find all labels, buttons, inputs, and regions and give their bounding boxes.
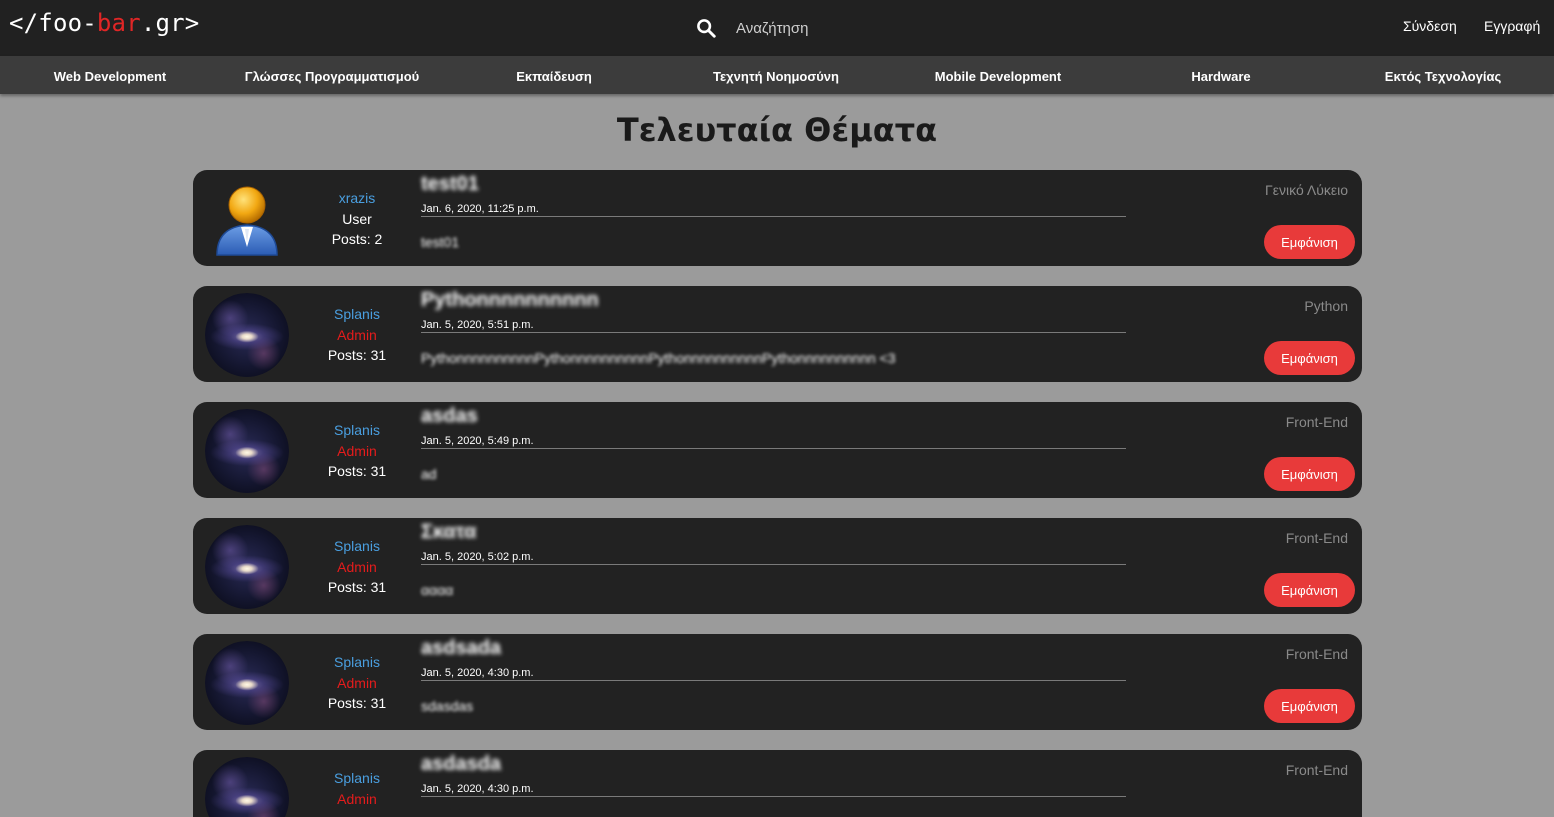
thread-date: Jan. 5, 2020, 4:30 p.m. <box>421 667 534 679</box>
author-info: Splanis Admin Posts: 31 <box>308 536 406 598</box>
thread-card: Splanis Admin Posts: 31 asdsada Jan. 5, … <box>193 634 1362 730</box>
author-info: Splanis Admin <box>308 768 406 809</box>
thread-preview: ad <box>421 466 437 482</box>
galaxy-avatar-image <box>205 409 289 493</box>
avatar[interactable] <box>205 293 289 377</box>
user-avatar-icon <box>216 186 278 256</box>
avatar[interactable] <box>205 757 289 817</box>
divider <box>421 796 1126 797</box>
avatar[interactable] <box>205 177 289 261</box>
nav-item-off-topic[interactable]: Εκτός Τεχνολογίας <box>1385 69 1501 84</box>
top-header: </foo-bar.gr> Σύνδεση Εγγραφή <box>0 0 1554 56</box>
thread-title[interactable]: Σκατα <box>421 521 476 544</box>
thread-title[interactable]: test01 <box>421 173 479 196</box>
logo-prefix: </foo- <box>9 9 97 37</box>
thread-category: Front-End <box>1285 646 1348 662</box>
nav-item-artificial-intelligence[interactable]: Τεχνητή Νοημοσύνη <box>713 69 839 84</box>
thread-category: Front-End <box>1285 762 1348 778</box>
author-role: Admin <box>337 326 377 343</box>
thread-card: Splanis Admin asdasda Jan. 5, 2020, 4:30… <box>193 750 1362 817</box>
galaxy-avatar-image <box>205 641 289 725</box>
author-post-count: Posts: 2 <box>331 231 383 247</box>
author-name[interactable]: Splanis <box>308 304 406 325</box>
divider <box>421 332 1126 333</box>
thread-preview: αααα <box>421 582 454 598</box>
author-name[interactable]: Splanis <box>308 768 406 789</box>
galaxy-avatar-image <box>205 525 289 609</box>
divider <box>421 680 1126 681</box>
galaxy-avatar-image <box>205 293 289 377</box>
search-icon[interactable] <box>695 17 717 39</box>
avatar[interactable] <box>205 525 289 609</box>
author-post-count: Posts: 31 <box>327 347 387 363</box>
thread-card: Splanis Admin Posts: 31 Pythonnnnnnnnnn … <box>193 286 1362 382</box>
register-link[interactable]: Εγγραφή <box>1484 18 1540 34</box>
thread-date: Jan. 5, 2020, 5:49 p.m. <box>421 435 534 447</box>
nav-item-mobile-development[interactable]: Mobile Development <box>935 69 1061 84</box>
thread-date: Jan. 6, 2020, 11:25 p.m. <box>421 203 539 215</box>
author-role: Admin <box>337 674 377 691</box>
thread-preview: PythonnnnnnnnnnPythonnnnnnnnnnPythonnnnn… <box>421 350 896 366</box>
author-info: Splanis Admin Posts: 31 <box>308 420 406 482</box>
login-link[interactable]: Σύνδεση <box>1403 18 1457 34</box>
author-role: User <box>342 210 372 227</box>
thread-title[interactable]: asdsada <box>421 637 501 660</box>
author-name[interactable]: Splanis <box>308 420 406 441</box>
author-info: Splanis Admin Posts: 31 <box>308 304 406 366</box>
thread-category: Γενικό Λύκειο <box>1265 182 1348 198</box>
search-input[interactable] <box>730 13 990 43</box>
avatar[interactable] <box>205 409 289 493</box>
thread-category: Front-End <box>1285 530 1348 546</box>
logo-suffix: .gr> <box>140 9 200 37</box>
thread-card: Splanis Admin Posts: 31 asdas Jan. 5, 20… <box>193 402 1362 498</box>
author-name[interactable]: Splanis <box>308 652 406 673</box>
author-info: Splanis Admin Posts: 31 <box>308 652 406 714</box>
thread-category: Python <box>1304 298 1348 314</box>
thread-date: Jan. 5, 2020, 5:02 p.m. <box>421 551 534 563</box>
thread-date: Jan. 5, 2020, 4:30 p.m. <box>421 783 534 795</box>
nav-item-programming-languages[interactable]: Γλώσσες Προγραμματισμού <box>245 69 420 84</box>
divider <box>421 564 1126 565</box>
avatar[interactable] <box>205 641 289 725</box>
show-thread-button[interactable]: Εμφάνιση <box>1264 341 1355 375</box>
galaxy-avatar-image <box>205 757 289 817</box>
category-nav: Web Development Γλώσσες Προγραμματισμού … <box>0 56 1554 94</box>
nav-item-web-development[interactable]: Web Development <box>54 69 166 84</box>
thread-date: Jan. 5, 2020, 5:51 p.m. <box>421 319 534 331</box>
thread-preview: sdasdas <box>421 698 474 714</box>
author-role: Admin <box>337 442 377 459</box>
author-name[interactable]: Splanis <box>308 536 406 557</box>
thread-preview: test01 <box>421 234 460 250</box>
thread-card: xrazis User Posts: 2 test01 Jan. 6, 2020… <box>193 170 1362 266</box>
thread-category: Front-End <box>1285 414 1348 430</box>
author-post-count: Posts: 31 <box>327 463 387 479</box>
author-role: Admin <box>337 790 377 807</box>
thread-card: Splanis Admin Posts: 31 Σκατα Jan. 5, 20… <box>193 518 1362 614</box>
site-logo[interactable]: </foo-bar.gr> <box>9 9 199 37</box>
thread-title[interactable]: Pythonnnnnnnnnn <box>421 289 599 312</box>
show-thread-button[interactable]: Εμφάνιση <box>1264 689 1355 723</box>
divider <box>421 216 1126 217</box>
author-post-count: Posts: 31 <box>327 579 387 595</box>
nav-item-hardware[interactable]: Hardware <box>1191 69 1250 84</box>
logo-accent: bar <box>96 9 141 37</box>
author-role: Admin <box>337 558 377 575</box>
nav-item-education[interactable]: Εκπαίδευση <box>516 69 592 84</box>
thread-title[interactable]: asdasda <box>421 753 501 776</box>
divider <box>421 448 1126 449</box>
show-thread-button[interactable]: Εμφάνιση <box>1264 225 1355 259</box>
show-thread-button[interactable]: Εμφάνιση <box>1264 573 1355 607</box>
author-post-count: Posts: 31 <box>327 695 387 711</box>
show-thread-button[interactable]: Εμφάνιση <box>1264 457 1355 491</box>
author-name[interactable]: xrazis <box>308 188 406 209</box>
thread-title[interactable]: asdas <box>421 405 478 428</box>
page-title: Τελευταία Θέματα <box>616 111 938 149</box>
author-info: xrazis User Posts: 2 <box>308 188 406 250</box>
